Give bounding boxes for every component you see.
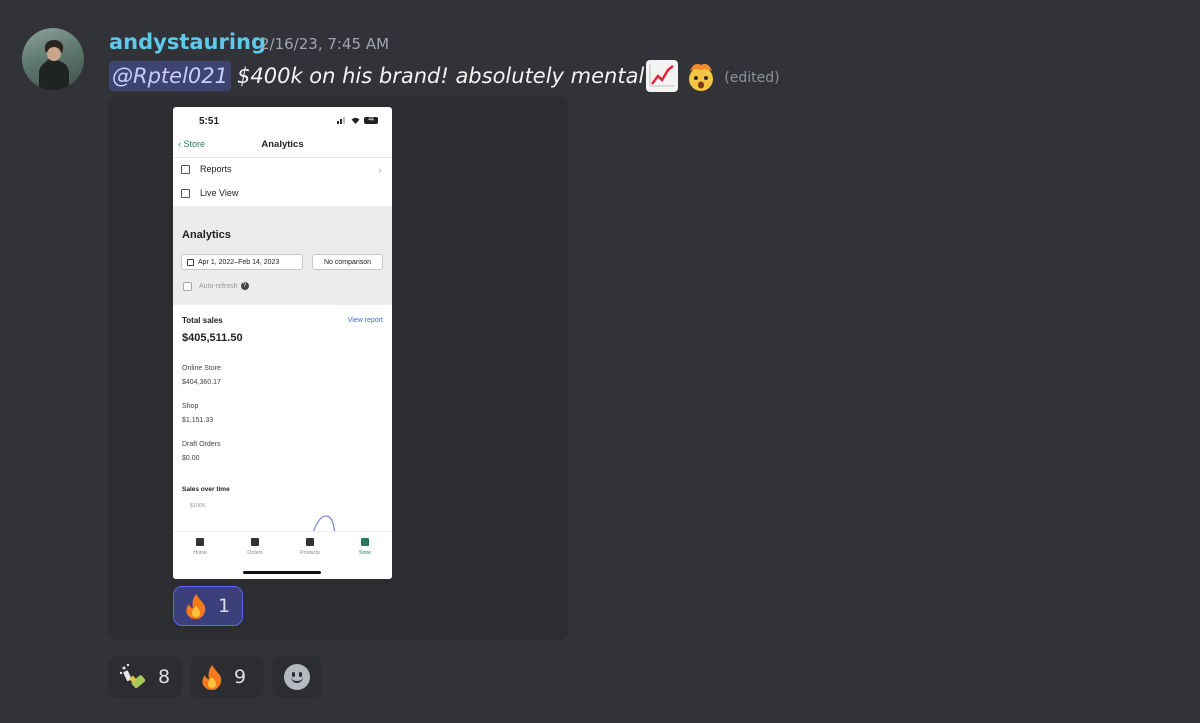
- tab-home[interactable]: Home: [180, 538, 220, 556]
- reaction-count: 8: [158, 666, 171, 688]
- channel-value: $1,151.33: [182, 417, 214, 424]
- phone-page-title: Analytics: [261, 139, 304, 150]
- auto-refresh-checkbox[interactable]: [183, 282, 192, 291]
- auto-refresh-text: Auto-refresh: [199, 282, 238, 290]
- signal-icon: [337, 117, 345, 124]
- tab-label: Home: [193, 550, 207, 556]
- channel-value: $0.00: [182, 455, 200, 462]
- calendar-icon: [187, 258, 194, 266]
- reaction-fire-inner[interactable]: 1: [173, 586, 243, 626]
- tab-orders[interactable]: Orders: [235, 538, 275, 556]
- message-content: @Rptel021 $400k on his brand! absolutely…: [109, 60, 780, 92]
- message-timestamp[interactable]: 2/16/23, 7:45 AM: [260, 35, 389, 53]
- chart-increasing-icon[interactable]: [646, 60, 679, 92]
- back-label: Store: [183, 139, 206, 149]
- tab-label: Store: [359, 550, 371, 556]
- help-icon[interactable]: ?: [240, 282, 249, 290]
- comparison-button[interactable]: No comparison: [312, 254, 383, 270]
- section-title: Analytics: [182, 229, 231, 241]
- live-view-icon: [181, 188, 190, 198]
- total-sales-value: $405,511.50: [182, 332, 243, 344]
- wifi-icon: [351, 117, 360, 124]
- user-mention[interactable]: @Rptel021: [109, 61, 231, 91]
- attached-screenshot[interactable]: 5:51 44 Analytics ‹ Store Reports › Live…: [173, 107, 392, 579]
- report-icon: [181, 164, 190, 174]
- channel-label: Draft Orders: [182, 441, 221, 448]
- message-text: $400k on his brand! absolutely mental: [237, 64, 645, 88]
- champagne-icon: [119, 663, 146, 689]
- fire-icon: [186, 594, 206, 619]
- phone-status-bar: 44: [337, 117, 378, 124]
- tab-label: Orders: [247, 550, 263, 556]
- tab-label: Products: [300, 550, 320, 556]
- exploding-head-icon[interactable]: [684, 59, 718, 93]
- add-reaction-icon: [284, 664, 310, 690]
- reaction-count: 9: [234, 666, 247, 688]
- avatar-face: [47, 47, 61, 61]
- channel-label: Online Store: [182, 365, 221, 372]
- tab-store[interactable]: Store: [345, 538, 385, 556]
- user-avatar[interactable]: [22, 28, 84, 90]
- tab-products[interactable]: Products: [290, 538, 330, 556]
- reaction-fire[interactable]: 9: [190, 656, 264, 698]
- view-report-link[interactable]: View report: [348, 317, 383, 324]
- menu-item-live-view[interactable]: Live View: [181, 188, 238, 198]
- avatar-body: [39, 61, 69, 90]
- store-icon: [361, 538, 369, 546]
- sales-over-time-label: Sales over time: [182, 486, 230, 493]
- channel-label: Shop: [182, 403, 199, 410]
- edited-label: (edited): [724, 70, 780, 86]
- battery-icon: 44: [364, 117, 378, 124]
- menu-item-label: Reports: [200, 164, 232, 174]
- reaction-count: 1: [218, 595, 231, 617]
- total-sales-label: Total sales: [182, 316, 223, 325]
- sales-chart-line: [313, 515, 336, 533]
- back-button[interactable]: ‹ Store: [178, 139, 205, 149]
- menu-item-label: Live View: [200, 188, 239, 198]
- tag-icon: [306, 538, 314, 546]
- divider: [173, 157, 392, 158]
- auto-refresh-label: Auto-refresh ?: [199, 282, 249, 290]
- fire-icon: [202, 665, 222, 690]
- phone-time: 5:51: [199, 116, 220, 127]
- date-range-label: Apr 1, 2022–Feb 14, 2023: [198, 258, 280, 266]
- home-icon: [196, 538, 204, 546]
- menu-item-reports[interactable]: Reports: [181, 164, 232, 174]
- home-indicator: [243, 571, 321, 574]
- orders-icon: [251, 538, 259, 546]
- chart-axis-label: $100K: [190, 503, 206, 509]
- username[interactable]: andystauring: [109, 30, 266, 54]
- channel-value: $404,360.17: [182, 379, 221, 386]
- add-reaction-button[interactable]: [272, 656, 322, 698]
- date-range-button[interactable]: Apr 1, 2022–Feb 14, 2023: [181, 254, 303, 270]
- reaction-champagne[interactable]: 8: [108, 656, 182, 698]
- chevron-right-icon: ›: [378, 165, 382, 176]
